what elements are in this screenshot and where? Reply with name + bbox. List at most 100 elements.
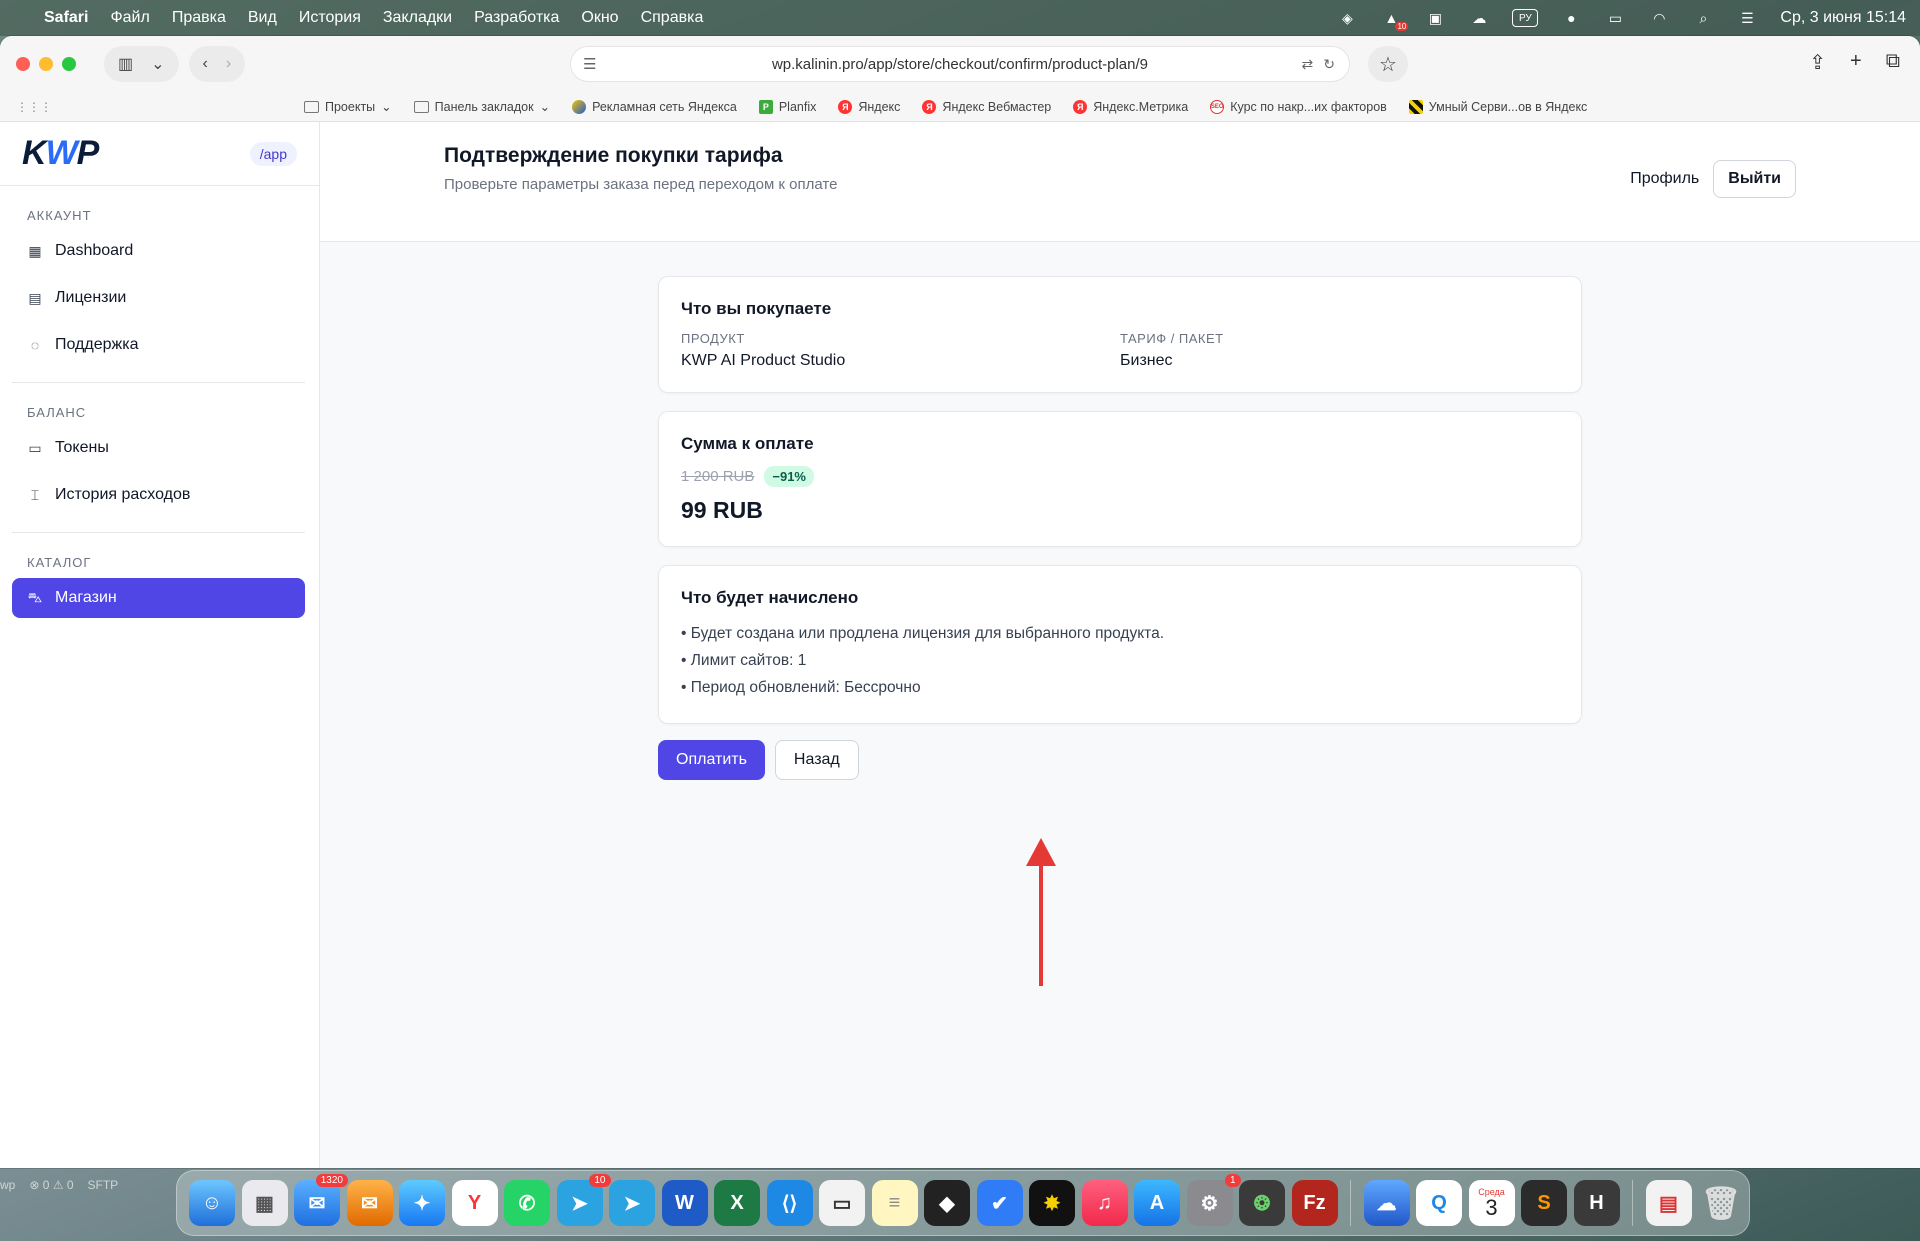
mail-client-icon[interactable]: ✉ [346,1180,393,1226]
sidebar-toggle-group: ▥ ⌄ [104,46,179,82]
menu-window[interactable]: Окно [581,9,618,27]
close-window-button[interactable] [16,57,30,71]
menu-view[interactable]: Вид [248,9,277,27]
address-bar[interactable]: ☰ wp.kalinin.pro/app/store/checkout/conf… [570,46,1350,82]
search-icon[interactable]: ⌕ [1692,9,1714,27]
bookmark-yandex-webmaster[interactable]: Я Яндекс Вебмастер [922,99,1051,114]
spark-app-icon[interactable]: ✸ [1029,1180,1075,1226]
user-icon[interactable]: ● [1560,9,1582,27]
cube-icon[interactable]: ◈ [1336,9,1358,27]
logout-button[interactable]: Выйти [1713,160,1796,198]
menu-app-name[interactable]: Safari [44,9,88,27]
back-icon[interactable]: ‹ [203,55,208,73]
calendar-icon[interactable]: Среда 3 [1468,1180,1515,1226]
notification-icon[interactable]: ▲ 10 [1380,9,1409,31]
drive-icon[interactable]: ▣ [1424,9,1446,27]
safari-icon[interactable]: ✦ [399,1180,445,1226]
cloud-app-icon[interactable]: ☁ [1363,1180,1410,1226]
forward-icon[interactable]: › [226,55,231,73]
reload-icon[interactable]: ↻ [1323,56,1335,73]
telegram-icon[interactable]: ➤ 10 [556,1174,611,1226]
bookmark-star-icon[interactable]: ☆ [1368,46,1408,82]
sidebar-item-spending-history[interactable]: ⌶ История расходов [12,475,305,515]
bookmark-folder-projects[interactable]: Проекты ⌄ [304,99,392,114]
sidebar-item-tokens[interactable]: ▭ Токены [12,428,305,468]
input-language-indicator[interactable]: РУ [1512,9,1539,27]
vscode-icon[interactable]: ⟨⟩ [766,1180,813,1226]
editor-statusline: wp ⊗ 0 ⚠ 0 SFTP [0,1178,118,1192]
sidebar-icon[interactable]: ▥ [118,54,133,74]
excel-icon[interactable]: X [714,1180,760,1226]
telegram-lite-icon[interactable]: ➤ [609,1180,655,1226]
bookmark-smart-service[interactable]: Умный Серви...ов в Яндекс [1408,99,1587,114]
sidebar-item-licenses[interactable]: ▤ Лицензии [12,278,305,318]
sidebar-item-support[interactable]: ◌ Поддержка [12,325,305,365]
translate-icon[interactable]: ⇄ [1302,56,1314,73]
battery-icon[interactable]: ▭ [1604,9,1626,27]
kwp-logo[interactable]: KWP [22,134,99,173]
sidebar: KWP /app АККАУНТ ▦ Dashboard ▤ Лицензии … [0,122,320,1168]
finder-icon[interactable]: ☺ [189,1180,235,1226]
zoom-window-button[interactable] [62,57,76,71]
menu-develop[interactable]: Разработка [474,9,559,27]
browser-window: ▥ ⌄ ‹ › ☰ wp.kalinin.pro/app/store/check… [0,36,1920,1168]
tab-overview-icon[interactable]: ⧉ [1886,50,1900,75]
chevron-down-icon[interactable]: ⌄ [151,54,164,74]
bookmark-yandex-ads[interactable]: Рекламная сеть Яндекса [572,99,737,114]
mail-icon[interactable]: ✉ 1320 [294,1174,348,1226]
status-problems[interactable]: ⊗ 0 ⚠ 0 [29,1178,73,1192]
word-icon[interactable]: W [661,1180,708,1226]
bookmark-yandex[interactable]: Я Яндекс [838,99,900,114]
menu-file[interactable]: Файл [110,9,149,27]
sidebar-item-store[interactable]: ⛍ Магазин [12,578,305,618]
menubar-badge: 10 [1395,22,1409,31]
browser-toolbar: ▥ ⌄ ‹ › ☰ wp.kalinin.pro/app/store/check… [0,36,1920,92]
purchase-card: Что вы покупаете ПРОДУКТ KWP AI Product … [658,276,1582,393]
page: KWP /app АККАУНТ ▦ Dashboard ▤ Лицензии … [0,122,1920,1168]
page-menu-icon[interactable]: ☰ [583,55,596,73]
bookmark-seo-course[interactable]: SEO Курс по накр...их факторов [1210,99,1387,114]
trash-icon[interactable]: 🗑 [1698,1180,1744,1226]
tasks-icon[interactable]: ✔ [976,1180,1023,1226]
sublime-icon[interactable]: S [1521,1180,1567,1226]
menu-history[interactable]: История [299,9,361,27]
quick-app-icon[interactable]: Q [1416,1180,1462,1226]
apps-grid-icon[interactable]: ⋮⋮⋮ [16,100,52,114]
minimize-window-button[interactable] [39,57,53,71]
settings-icon[interactable]: ⚙ 1 [1186,1174,1241,1226]
yandex-browser-icon[interactable]: Y [451,1180,498,1226]
pay-button[interactable]: Оплатить [658,740,765,780]
h-app-icon[interactable]: H [1573,1180,1620,1226]
filezilla-icon[interactable]: Fz [1291,1180,1338,1226]
window-controls [16,57,76,71]
box-app-icon[interactable]: ◆ [924,1180,970,1226]
url-text[interactable]: wp.kalinin.pro/app/store/checkout/confir… [772,56,1148,73]
bookmark-planfix[interactable]: P Planfix [758,99,816,114]
gecko-app-icon[interactable]: ❂ [1239,1180,1285,1226]
profile-link[interactable]: Профиль [1630,170,1699,188]
cloud-icon[interactable]: ☁ [1468,9,1490,27]
bookmark-folder-panel[interactable]: Панель закладок ⌄ [413,99,550,114]
launchpad-icon[interactable]: ▦ [241,1180,288,1226]
menu-bookmarks[interactable]: Закладки [383,9,452,27]
status-sftp[interactable]: SFTP [88,1178,119,1192]
sidebar-item-dashboard[interactable]: ▦ Dashboard [12,231,305,271]
new-tab-icon[interactable]: + [1850,50,1862,75]
documents-icon[interactable]: ▤ [1645,1180,1692,1226]
clock[interactable]: Ср, 3 июня 15:14 [1780,9,1906,27]
wifi-icon[interactable]: ◠ [1648,9,1670,27]
status-workspace: wp [0,1178,16,1192]
old-price: 1 200 RUB [681,468,755,485]
menu-edit[interactable]: Правка [172,9,226,27]
terminal-icon[interactable]: ▭ [819,1180,865,1226]
share-icon[interactable]: ⇪ [1809,50,1826,75]
app-store-icon[interactable]: A [1134,1180,1180,1226]
control-center-icon[interactable]: ☰ [1736,9,1758,27]
whatsapp-icon[interactable]: ✆ [504,1180,550,1226]
menu-help[interactable]: Справка [641,9,704,27]
bookmark-yandex-metrika[interactable]: Я Яндекс.Метрика [1073,99,1188,114]
notes-icon[interactable]: ≡ [871,1180,918,1226]
back-button[interactable]: Назад [774,740,859,780]
music-icon[interactable]: ♫ [1081,1180,1128,1226]
sidebar-item-label: Dashboard [55,242,134,259]
